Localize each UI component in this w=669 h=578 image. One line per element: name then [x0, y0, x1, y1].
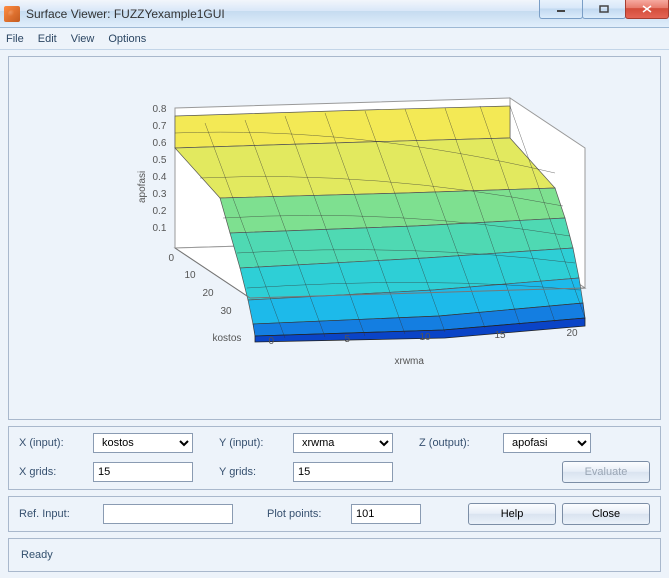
x-tick: 10	[420, 332, 431, 343]
plot-panel: 0.8 0.7 0.6 0.5 0.4 0.3 0.2 0.1 apofasi …	[8, 56, 661, 420]
y-axis-label: kostos	[213, 333, 242, 344]
client-area: 0.8 0.7 0.6 0.5 0.4 0.3 0.2 0.1 apofasi …	[0, 50, 669, 578]
y-grids-label: Y grids:	[219, 466, 287, 478]
menubar: File Edit View Options	[0, 28, 669, 50]
menu-view[interactable]: View	[71, 33, 95, 45]
y-grids-input[interactable]	[293, 462, 393, 482]
close-button[interactable]: Close	[562, 503, 650, 525]
x-input-label: X (input):	[19, 437, 87, 449]
z-tick: 0.5	[153, 155, 167, 166]
z-tick: 0.7	[153, 121, 167, 132]
z-output-select[interactable]: apofasi	[503, 433, 591, 453]
maximize-button[interactable]	[582, 0, 626, 19]
z-tick: 0.4	[153, 172, 167, 183]
plot-points-input[interactable]	[351, 504, 421, 524]
z-output-label: Z (output):	[419, 437, 497, 449]
window-controls	[540, 0, 669, 19]
ref-input-label: Ref. Input:	[19, 508, 97, 520]
x-grids-input[interactable]	[93, 462, 193, 482]
ref-input-field[interactable]	[103, 504, 233, 524]
y-input-select[interactable]: xrwma	[293, 433, 393, 453]
maximize-icon	[599, 5, 609, 13]
z-axis-label: apofasi	[137, 171, 148, 203]
x-grids-label: X grids:	[19, 466, 87, 478]
y-tick: 10	[185, 270, 196, 281]
x-tick: 0	[269, 336, 275, 347]
help-button[interactable]: Help	[468, 503, 556, 525]
status-bar: Ready	[8, 538, 661, 572]
menu-edit[interactable]: Edit	[38, 33, 57, 45]
plot-points-label: Plot points:	[267, 508, 345, 520]
surface-plot[interactable]: 0.8 0.7 0.6 0.5 0.4 0.3 0.2 0.1 apofasi …	[55, 78, 615, 398]
app-icon	[4, 6, 20, 22]
close-icon	[642, 5, 652, 13]
z-tick: 0.3	[153, 189, 167, 200]
close-window-button[interactable]	[625, 0, 669, 19]
minimize-icon	[556, 5, 566, 13]
x-input-select[interactable]: kostos	[93, 433, 193, 453]
y-input-label: Y (input):	[219, 437, 287, 449]
controls-panel-2: Ref. Input: Plot points: Help Close	[8, 496, 661, 532]
evaluate-button[interactable]: Evaluate	[562, 461, 650, 483]
y-tick: 30	[221, 306, 232, 317]
x-axis-label: xrwma	[395, 356, 424, 367]
z-tick: 0.8	[153, 104, 167, 115]
surface-svg	[55, 78, 615, 398]
y-tick: 20	[203, 288, 214, 299]
titlebar: Surface Viewer: FUZZYexample1GUI	[0, 0, 669, 28]
y-tick: 0	[169, 253, 175, 264]
x-tick: 20	[567, 328, 578, 339]
z-tick: 0.1	[153, 223, 167, 234]
window-title: Surface Viewer: FUZZYexample1GUI	[26, 7, 225, 21]
x-tick: 5	[345, 334, 351, 345]
status-text: Ready	[21, 549, 53, 561]
z-tick: 0.6	[153, 138, 167, 149]
controls-panel-1: X (input): kostos Y (input): xrwma Z (ou…	[8, 426, 661, 490]
menu-options[interactable]: Options	[108, 33, 146, 45]
x-tick: 15	[495, 330, 506, 341]
menu-file[interactable]: File	[6, 33, 24, 45]
minimize-button[interactable]	[539, 0, 583, 19]
z-tick: 0.2	[153, 206, 167, 217]
